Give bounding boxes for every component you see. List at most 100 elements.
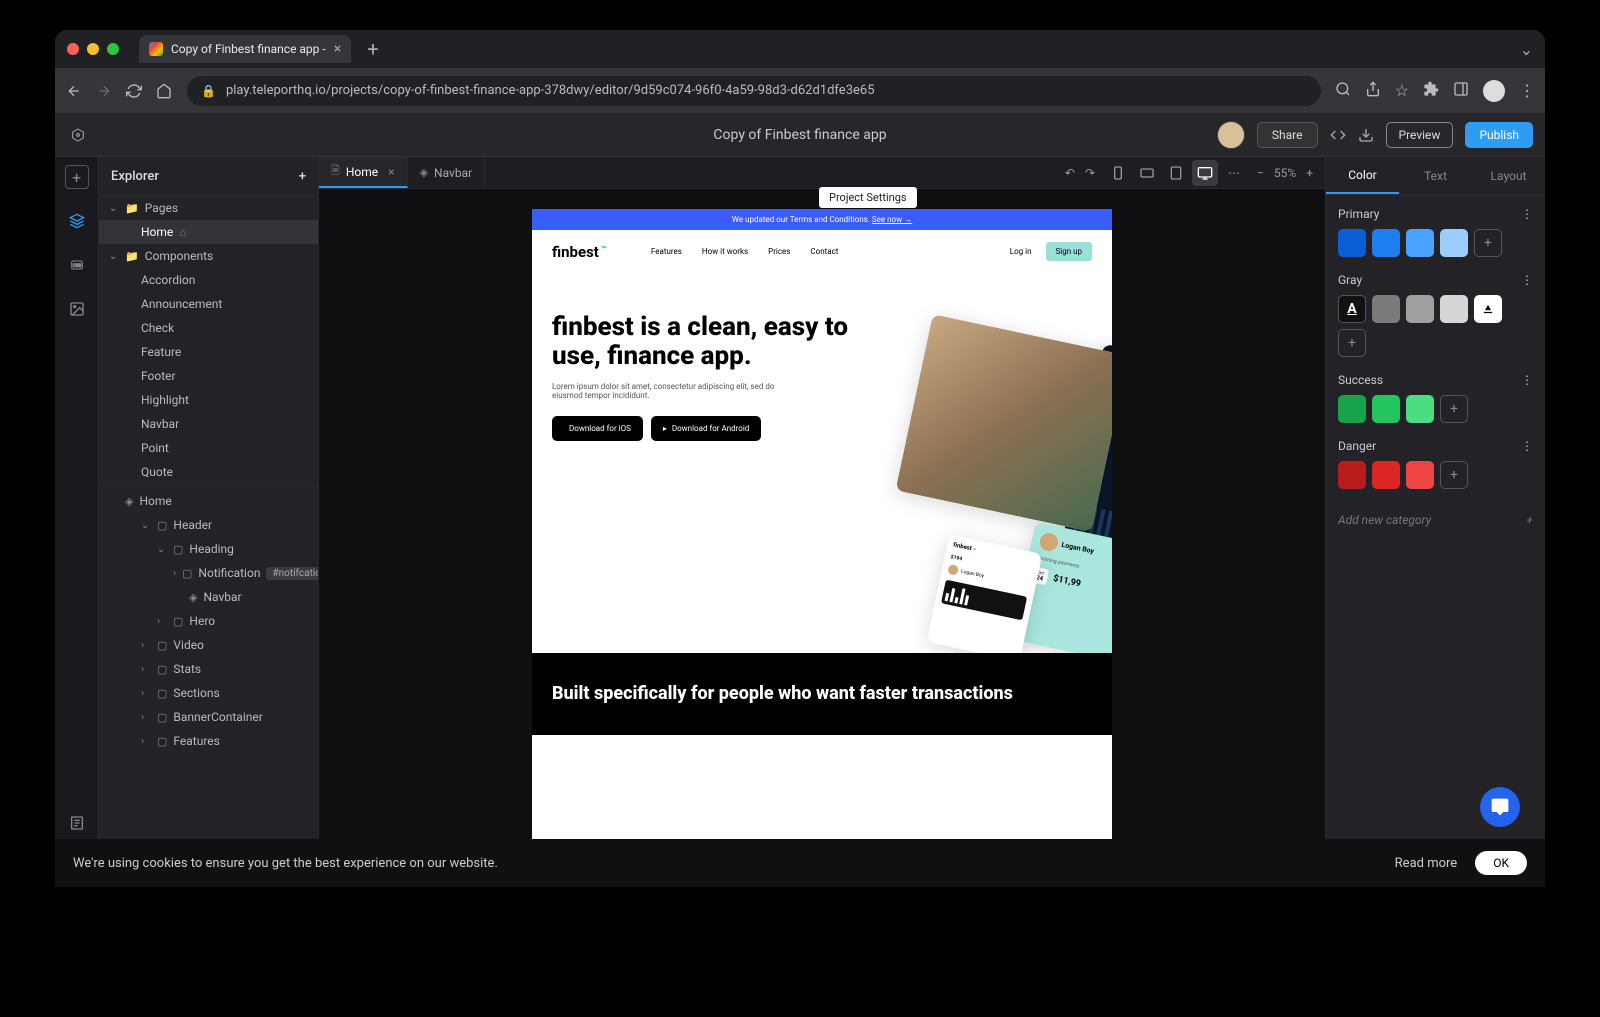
login-link[interactable]: Log in (1010, 247, 1032, 256)
home-button[interactable] (155, 83, 173, 99)
preview-button[interactable]: Preview (1386, 122, 1454, 148)
file-tab-navbar[interactable]: ◈ Navbar (408, 157, 486, 188)
close-tab-icon[interactable]: × (388, 165, 394, 179)
component-item[interactable]: Point (99, 436, 318, 460)
bookmark-icon[interactable]: ☆ (1395, 81, 1409, 100)
close-window-icon[interactable] (67, 43, 79, 55)
color-swatch[interactable] (1406, 229, 1434, 257)
color-swatch[interactable] (1440, 295, 1468, 323)
app-logo-icon[interactable] (67, 124, 89, 146)
color-swatch[interactable] (1440, 229, 1468, 257)
css-icon[interactable]: CSS (65, 253, 89, 277)
extensions-icon[interactable] (1423, 81, 1439, 101)
cookie-read-more-link[interactable]: Read more (1395, 856, 1458, 871)
download-icon[interactable] (1358, 127, 1374, 143)
browser-menu-icon[interactable]: ⋮ (1519, 81, 1535, 100)
outline-home[interactable]: ◈Home (99, 489, 318, 513)
category-menu-icon[interactable]: ⋮ (1521, 373, 1533, 387)
outline-notification[interactable]: ›▢Notification#notifcation (99, 561, 318, 585)
component-item[interactable]: Footer (99, 364, 318, 388)
color-swatch[interactable] (1338, 229, 1366, 257)
redo-icon[interactable]: ↷ (1085, 166, 1095, 180)
more-devices-icon[interactable]: ⋯ (1221, 160, 1247, 186)
signup-button[interactable]: Sign up (1046, 242, 1093, 261)
nav-link[interactable]: Features (651, 247, 682, 256)
component-item[interactable]: Announcement (99, 292, 318, 316)
zoom-out-button[interactable]: − (1257, 166, 1264, 180)
add-element-button[interactable]: + (65, 165, 89, 189)
outline-heading[interactable]: ⌄▢Heading (99, 537, 318, 561)
color-swatch[interactable] (1406, 295, 1434, 323)
outline-navbar[interactable]: ◈Navbar (99, 585, 318, 609)
add-color-button[interactable]: + (1440, 395, 1468, 423)
phone-icon[interactable] (1105, 160, 1131, 186)
undo-icon[interactable]: ↶ (1065, 166, 1075, 180)
color-swatch[interactable] (1406, 461, 1434, 489)
zoom-in-button[interactable]: + (1306, 166, 1313, 180)
outline-sections[interactable]: ›▢Sections (99, 681, 318, 705)
browser-tab[interactable]: Copy of Finbest finance app - × (139, 35, 351, 63)
window-controls[interactable] (67, 43, 119, 55)
address-bar[interactable]: 🔒 play.teleporthq.io/projects/copy-of-fi… (187, 76, 1321, 106)
canvas[interactable]: We updated our Terms and Conditions. See… (319, 189, 1325, 887)
pages-folder[interactable]: ⌄ 📁 Pages (99, 196, 318, 220)
docs-icon[interactable] (65, 811, 89, 835)
category-menu-icon[interactable]: ⋮ (1521, 273, 1533, 287)
desktop-icon[interactable] (1192, 160, 1218, 186)
color-swatch[interactable] (1372, 295, 1400, 323)
component-item[interactable]: Quote (99, 460, 318, 484)
component-item[interactable]: Feature (99, 340, 318, 364)
file-tab-home[interactable]: 🗎 Home × (319, 157, 408, 188)
image-icon[interactable] (65, 297, 89, 321)
color-swatch[interactable] (1338, 461, 1366, 489)
code-icon[interactable] (1330, 127, 1346, 143)
fill-swatch[interactable] (1474, 295, 1502, 323)
tab-close-icon[interactable]: × (334, 41, 341, 57)
tablet-icon[interactable] (1163, 160, 1189, 186)
share-button[interactable]: Share (1257, 122, 1318, 148)
add-color-button[interactable]: + (1440, 461, 1468, 489)
user-avatar[interactable] (1217, 121, 1245, 149)
minimize-window-icon[interactable] (87, 43, 99, 55)
component-item[interactable]: Navbar (99, 412, 318, 436)
reload-button[interactable] (125, 83, 143, 99)
outline-video[interactable]: ›▢Video (99, 633, 318, 657)
nav-link[interactable]: Prices (768, 247, 790, 256)
cta-android-button[interactable]: ▸Download for Android (651, 416, 761, 441)
maximize-window-icon[interactable] (107, 43, 119, 55)
share-browser-icon[interactable] (1365, 81, 1381, 101)
category-menu-icon[interactable]: ⋮ (1521, 439, 1533, 453)
profile-avatar[interactable] (1483, 80, 1505, 102)
tabs-dropdown-icon[interactable]: ⌄ (1520, 40, 1533, 59)
new-tab-button[interactable]: + (359, 37, 386, 61)
banner-link[interactable]: See now → (872, 215, 912, 224)
sidepanel-icon[interactable] (1453, 81, 1469, 101)
nav-link[interactable]: How it works (702, 247, 748, 256)
tab-text[interactable]: Text (1399, 157, 1472, 194)
color-swatch[interactable] (1372, 395, 1400, 423)
publish-button[interactable]: Publish (1465, 122, 1533, 148)
outline-banner[interactable]: ›▢BannerContainer (99, 705, 318, 729)
add-category-row[interactable]: Add new category + (1338, 505, 1533, 527)
color-swatch[interactable] (1406, 395, 1434, 423)
cta-ios-button[interactable]: Download for iOS (552, 416, 643, 441)
layers-icon[interactable] (65, 209, 89, 233)
tablet-landscape-icon[interactable] (1134, 160, 1160, 186)
component-item[interactable]: Check (99, 316, 318, 340)
category-menu-icon[interactable]: ⋮ (1521, 207, 1533, 221)
outline-header[interactable]: ⌄▢Header (99, 513, 318, 537)
page-preview[interactable]: We updated our Terms and Conditions. See… (532, 209, 1112, 867)
add-category-icon[interactable]: + (1526, 513, 1533, 527)
component-item[interactable]: Accordion (99, 268, 318, 292)
outline-hero[interactable]: ›▢Hero (99, 609, 318, 633)
add-page-button[interactable]: + (299, 169, 306, 184)
page-item-home[interactable]: Home ⌂ (99, 220, 318, 244)
outline-features[interactable]: ›▢Features (99, 729, 318, 753)
add-color-button[interactable]: + (1474, 229, 1502, 257)
color-swatch[interactable] (1372, 461, 1400, 489)
nav-link[interactable]: Contact (810, 247, 838, 256)
component-item[interactable]: Highlight (99, 388, 318, 412)
back-button[interactable] (65, 83, 83, 99)
text-color-swatch[interactable]: A (1338, 295, 1366, 323)
add-color-button[interactable]: + (1338, 329, 1366, 357)
